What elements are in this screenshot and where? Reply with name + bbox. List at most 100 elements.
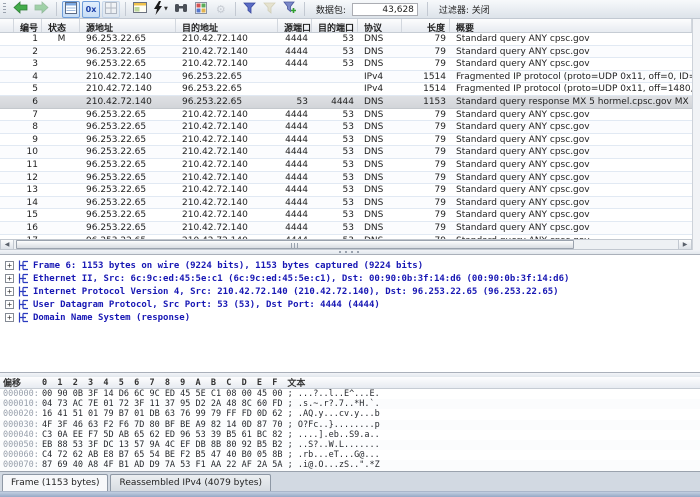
cell-src: 96.253.22.65	[80, 209, 176, 221]
hex-row[interactable]: 000030:4F 3F 46 63 F2 F6 7D 80 BF BE A9 …	[0, 420, 700, 430]
filter-add-button[interactable]	[281, 1, 299, 18]
vertical-scrollbar[interactable]	[692, 19, 700, 250]
row-gutter	[0, 184, 14, 196]
table-row[interactable]: 396.253.22.65210.42.72.140444453DNS79Sta…	[0, 58, 692, 71]
cell-no: 3	[14, 58, 42, 70]
hex-text-header: 文本	[287, 376, 305, 389]
cell-len: 79	[402, 184, 450, 196]
cell-sport: 4444	[278, 146, 312, 158]
cell-len: 79	[402, 109, 450, 121]
column-header-destination[interactable]: 目的地址	[176, 19, 278, 32]
filter-button[interactable]	[241, 1, 259, 18]
back-button[interactable]	[11, 1, 30, 18]
table-row[interactable]: 6210.42.72.14096.253.22.65534444DNS1153S…	[0, 96, 692, 109]
expand-plus-icon[interactable]: +	[5, 300, 14, 309]
cell-sport: 4444	[278, 33, 312, 45]
cell-len: 1514	[402, 83, 450, 95]
expand-plus-icon[interactable]: +	[5, 274, 14, 283]
cell-len: 1514	[402, 71, 450, 83]
hex-ascii: .i@.O...zS..".*Z	[298, 460, 380, 470]
table-row[interactable]: 4210.42.72.14096.253.22.65IPv41514Fragme…	[0, 71, 692, 84]
cell-sport: 4444	[278, 222, 312, 234]
cell-dst: 210.42.72.140	[176, 121, 278, 133]
hex-view-button[interactable]: 0x	[82, 1, 100, 18]
dropdown-icon[interactable]: ▼	[164, 6, 168, 12]
cell-proto: DNS	[358, 209, 402, 221]
table-row[interactable]: 1496.253.22.65210.42.72.140444453DNS79St…	[0, 197, 692, 210]
cell-sport: 4444	[278, 58, 312, 70]
cell-dst: 96.253.22.65	[176, 71, 278, 83]
hex-ascii: .rb...eT...G@...	[298, 450, 380, 460]
cell-src: 96.253.22.65	[80, 159, 176, 171]
expand-plus-icon[interactable]: +	[5, 313, 14, 322]
cell-sport: 4444	[278, 109, 312, 121]
cell-status	[42, 121, 80, 133]
cell-proto: DNS	[358, 121, 402, 133]
column-header-summary[interactable]: 概要	[450, 19, 692, 32]
hex-row[interactable]: 000040:C3 0A EE F7 5D AB 65 62 ED 96 53 …	[0, 430, 700, 440]
hex-row[interactable]: 000050:EB 88 53 3F DC 13 57 9A 4C EF DB …	[0, 440, 700, 450]
cell-sport	[278, 71, 312, 83]
column-header-protocol[interactable]: 协议	[358, 19, 402, 32]
packet-list-view-button[interactable]	[62, 1, 80, 18]
cell-len: 79	[402, 159, 450, 171]
hex-separator: ;	[283, 460, 298, 470]
cell-sport: 4444	[278, 121, 312, 133]
cell-summary: Standard query ANY cpsc.gov	[450, 197, 692, 209]
table-row[interactable]: 1M96.253.22.65210.42.72.140444453DNS79St…	[0, 33, 692, 46]
cell-sport: 4444	[278, 172, 312, 184]
cell-len: 79	[402, 146, 450, 158]
toolbar-grip[interactable]	[3, 3, 6, 15]
coloring-rules-button[interactable]	[192, 1, 210, 18]
scroll-left-icon[interactable]: ◀	[1, 240, 14, 249]
panel-layout-button[interactable]	[131, 1, 149, 18]
table-row[interactable]: 1596.253.22.65210.42.72.140444453DNS79St…	[0, 209, 692, 222]
column-header-source-port[interactable]: 源端口	[278, 19, 312, 32]
cell-proto: DNS	[358, 33, 402, 45]
hex-rows: 000000:00 90 0B 3F 14 D6 6C 9C ED 45 5E …	[0, 389, 700, 471]
byte-view-tab-bar: Frame (1153 bytes)Reassembled IPv4 (4079…	[0, 471, 700, 491]
column-header-number[interactable]: 编号	[14, 19, 42, 32]
table-row[interactable]: 296.253.22.65210.42.72.140444453DNS79Sta…	[0, 46, 692, 59]
hex-view-icon: 0x	[86, 5, 97, 14]
hex-row[interactable]: 000000:00 90 0B 3F 14 D6 6C 9C ED 45 5E …	[0, 389, 700, 399]
hex-row[interactable]: 000010:04 73 AC 7E 01 72 3F 11 37 95 D2 …	[0, 399, 700, 409]
table-row[interactable]: 996.253.22.65210.42.72.140444453DNS79Sta…	[0, 134, 692, 147]
panel-icon	[133, 2, 147, 16]
scroll-right-icon[interactable]: ▶	[678, 240, 691, 249]
table-row[interactable]: 5210.42.72.14096.253.22.65IPv41514Fragme…	[0, 83, 692, 96]
capture-button[interactable]: ▼	[151, 1, 170, 18]
column-header-status[interactable]: 状态	[42, 19, 80, 32]
cell-proto: DNS	[358, 134, 402, 146]
find-button[interactable]	[172, 1, 190, 18]
hex-row[interactable]: 000020:16 41 51 01 79 B7 01 DB 63 76 99 …	[0, 409, 700, 419]
column-header-length[interactable]: 长度	[402, 19, 450, 32]
expand-plus-icon[interactable]: +	[5, 287, 14, 296]
cell-status	[42, 146, 80, 158]
table-row[interactable]: 1096.253.22.65210.42.72.140444453DNS79St…	[0, 146, 692, 159]
tab-reassembled-ipv4[interactable]: Reassembled IPv4 (4079 bytes)	[110, 474, 270, 492]
table-row[interactable]: 1396.253.22.65210.42.72.140444453DNS79St…	[0, 184, 692, 197]
expand-plus-icon[interactable]: +	[5, 261, 14, 270]
tree-item[interactable]: +Internet Protocol Version 4, Src: 210.4…	[5, 285, 700, 298]
table-row[interactable]: 1296.253.22.65210.42.72.140444453DNS79St…	[0, 172, 692, 185]
tree-item[interactable]: +Frame 6: 1153 bytes on wire (9224 bits)…	[5, 259, 700, 272]
cell-status: M	[42, 33, 80, 45]
scrollbar-thumb[interactable]	[16, 240, 574, 249]
table-row[interactable]: 896.253.22.65210.42.72.140444453DNS79Sta…	[0, 121, 692, 134]
cell-len: 79	[402, 134, 450, 146]
hex-row[interactable]: 000070:87 69 40 A8 4F B1 AD D9 7A 53 F1 …	[0, 460, 700, 470]
tree-item[interactable]: +Domain Name System (response)	[5, 311, 700, 324]
grid-view-icon	[105, 2, 117, 17]
tree-item[interactable]: +Ethernet II, Src: 6c:9c:ed:45:5e:c1 (6c…	[5, 272, 700, 285]
toolbar: 0x ▼ ⚙ 数据包: 43,628 过滤器: 关闭	[0, 0, 700, 19]
table-row[interactable]: 796.253.22.65210.42.72.140444453DNS79Sta…	[0, 109, 692, 122]
column-header-dest-port[interactable]: 目的端口	[312, 19, 358, 32]
hex-row[interactable]: 000060:C4 72 62 AB E8 B7 65 54 BE F2 B5 …	[0, 450, 700, 460]
table-row[interactable]: 1196.253.22.65210.42.72.140444453DNS79St…	[0, 159, 692, 172]
table-row[interactable]: 1696.253.22.65210.42.72.140444453DNS79St…	[0, 222, 692, 235]
tree-item[interactable]: +User Datagram Protocol, Src Port: 53 (5…	[5, 298, 700, 311]
horizontal-scrollbar[interactable]: ◀ ▶	[0, 239, 692, 250]
hex-offset: 000050:	[0, 440, 42, 450]
column-header-source[interactable]: 源地址	[80, 19, 176, 32]
